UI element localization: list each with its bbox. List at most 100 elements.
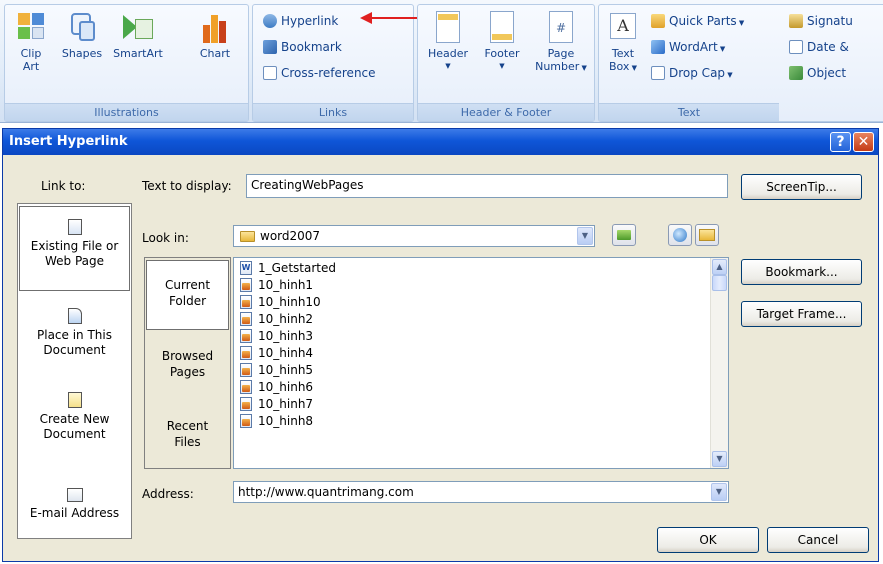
shapes-button[interactable]: Shapes xyxy=(57,11,107,60)
image-file-icon xyxy=(240,346,252,360)
file-name: 1_Getstarted xyxy=(258,261,336,275)
quick-parts-button[interactable]: Quick Parts ▼ xyxy=(651,12,744,30)
address-dropdown-chevron-icon[interactable]: ▼ xyxy=(711,483,727,501)
scrollbar-thumb[interactable] xyxy=(712,275,727,291)
link-to-place-line2: Document xyxy=(43,343,106,357)
link-to-create-new-document[interactable]: Create New Document xyxy=(18,384,131,454)
cross-reference-button[interactable]: Cross-reference xyxy=(263,64,376,82)
shapes-label: Shapes xyxy=(61,47,103,60)
chart-label: Chart xyxy=(199,47,231,60)
object-button[interactable]: Object xyxy=(789,64,846,82)
quick-parts-label: Quick Parts xyxy=(669,14,737,28)
signature-icon xyxy=(789,14,803,28)
look-in-dropdown[interactable]: word2007 ▼ xyxy=(233,225,595,247)
wordart-button[interactable]: WordArt ▼ xyxy=(651,38,725,56)
screentip-button[interactable]: ScreenTip... xyxy=(741,174,862,200)
chart-icon xyxy=(200,11,230,43)
footer-button[interactable]: Footer ▼ xyxy=(476,11,528,73)
tab-recent-files[interactable]: Recent Files xyxy=(145,418,230,450)
header-dropdown-icon: ▼ xyxy=(445,62,451,70)
drop-cap-button[interactable]: Drop Cap ▼ xyxy=(651,64,733,82)
text-group-label: Text xyxy=(599,103,779,121)
header-label: Header xyxy=(427,47,469,60)
link-to-place-in-document[interactable]: Place in This Document xyxy=(18,300,131,370)
shapes-icon xyxy=(67,11,97,43)
existing-file-icon xyxy=(67,219,82,235)
place-in-document-icon xyxy=(67,308,82,324)
date-time-label: Date & xyxy=(807,40,849,54)
list-item[interactable]: 10_hinh7 xyxy=(240,396,313,413)
tab-current-folder-line2: Folder xyxy=(168,294,207,308)
target-frame-button[interactable]: Target Frame... xyxy=(741,301,862,327)
tab-current-folder[interactable]: Current Folder xyxy=(146,260,229,330)
hyperlink-button[interactable]: Hyperlink xyxy=(263,12,338,30)
chart-button[interactable]: Chart xyxy=(193,11,237,60)
bookmark-button[interactable]: Bookmark... xyxy=(741,259,862,285)
file-list-scrollbar[interactable]: ▲ ▼ xyxy=(710,258,728,468)
address-input[interactable]: http://www.quantrimang.com ▼ xyxy=(233,481,729,503)
up-folder-icon xyxy=(617,230,631,240)
list-item[interactable]: 10_hinh6 xyxy=(240,379,313,396)
image-file-icon xyxy=(240,278,252,292)
list-item[interactable]: 10_hinh3 xyxy=(240,328,313,345)
dialog-title-bar[interactable]: Insert Hyperlink ? ✕ xyxy=(3,129,878,155)
list-item[interactable]: 10_hinh5 xyxy=(240,362,313,379)
date-time-button[interactable]: Date & xyxy=(789,38,849,56)
list-item[interactable]: 10_hinh1 xyxy=(240,277,313,294)
image-file-icon xyxy=(240,295,252,309)
cancel-button[interactable]: Cancel xyxy=(767,527,869,553)
smartart-button[interactable]: SmartArt xyxy=(109,11,167,60)
tab-browsed-pages-line1: Browsed xyxy=(161,349,214,363)
text-to-display-input[interactable]: CreatingWebPages xyxy=(246,174,728,198)
scroll-down-arrow-icon[interactable]: ▼ xyxy=(712,451,727,467)
close-button[interactable]: ✕ xyxy=(853,132,874,152)
page-number-label-2: Number ▼ xyxy=(532,60,590,75)
look-in-dropdown-chevron-icon[interactable]: ▼ xyxy=(577,227,593,245)
list-item[interactable]: 1_Getstarted xyxy=(240,260,336,277)
ribbon: Clip Art Shapes SmartArt Chart Illustrat… xyxy=(0,0,883,123)
page-number-dropdown-icon: ▼ xyxy=(579,64,587,72)
footer-label: Footer xyxy=(484,47,520,60)
object-icon xyxy=(789,66,803,80)
clip-art-label: Clip xyxy=(20,47,42,60)
cross-reference-label: Cross-reference xyxy=(281,66,376,80)
clip-art-icon xyxy=(16,11,46,43)
link-to-email-address[interactable]: E-mail Address xyxy=(18,474,131,534)
list-item[interactable]: 10_hinh4 xyxy=(240,345,313,362)
tab-browsed-pages-line2: Pages xyxy=(169,365,206,379)
hyperlink-icon xyxy=(263,14,277,28)
list-item[interactable]: 10_hinh2 xyxy=(240,311,313,328)
tab-recent-files-line2: Files xyxy=(174,435,201,449)
file-list[interactable]: 1_Getstarted 10_hinh1 10_hinh10 10_hinh2… xyxy=(233,257,729,469)
up-one-folder-button[interactable] xyxy=(612,224,636,246)
hyperlink-label: Hyperlink xyxy=(281,14,339,28)
address-label: Address: xyxy=(142,487,194,501)
browse-web-button[interactable] xyxy=(668,224,692,246)
quick-parts-icon xyxy=(651,14,665,28)
quick-parts-dropdown-icon: ▼ xyxy=(736,19,745,27)
help-button[interactable]: ? xyxy=(830,132,851,152)
browse-file-button[interactable] xyxy=(695,224,719,246)
image-file-icon xyxy=(240,414,252,428)
header-button[interactable]: Header ▼ xyxy=(422,11,474,73)
link-to-label: Link to: xyxy=(41,179,86,193)
signature-line-button[interactable]: Signatu xyxy=(789,12,853,30)
image-file-icon xyxy=(240,312,252,326)
bookmark-icon xyxy=(263,40,277,54)
page-number-label-text: Number xyxy=(535,60,580,73)
list-item[interactable]: 10_hinh8 xyxy=(240,413,313,430)
file-name: 10_hinh8 xyxy=(258,414,314,428)
file-name: 10_hinh7 xyxy=(258,397,314,411)
object-label: Object xyxy=(807,66,847,80)
text-box-button[interactable]: A Text Box ▼ xyxy=(603,11,643,75)
list-item[interactable]: 10_hinh10 xyxy=(240,294,321,311)
scroll-up-arrow-icon[interactable]: ▲ xyxy=(712,259,727,275)
image-file-icon xyxy=(240,329,252,343)
page-number-button[interactable]: # Page Number ▼ xyxy=(532,11,590,75)
drop-cap-icon xyxy=(651,66,665,80)
ok-button[interactable]: OK xyxy=(657,527,759,553)
clip-art-button[interactable]: Clip Art xyxy=(11,11,51,73)
link-to-existing-file[interactable]: Existing File or Web Page xyxy=(19,206,130,291)
tab-browsed-pages[interactable]: Browsed Pages xyxy=(145,348,230,380)
bookmark-ribbon-button[interactable]: Bookmark xyxy=(263,38,342,56)
